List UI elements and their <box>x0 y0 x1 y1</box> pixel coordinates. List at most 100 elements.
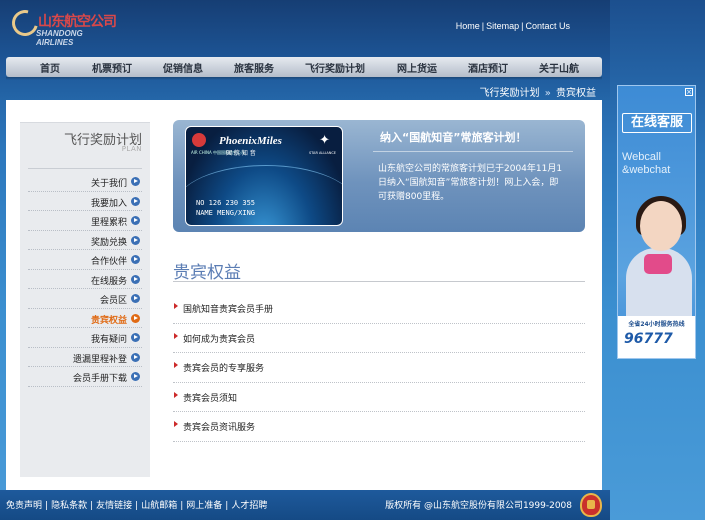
bullet-arrow-icon <box>174 421 178 427</box>
bullet-arrow-icon <box>174 332 178 339</box>
sidebar-item-handbook-download[interactable]: 会员手册下载 <box>28 367 142 387</box>
logo-chinese-name: 山东航空公司 <box>38 14 117 30</box>
copyright: 版权所有 @山东航空股份有限公司1999-2008 <box>385 501 572 511</box>
list-item[interactable]: 如何成为贵宾会员 <box>173 324 585 353</box>
nav-item-promotions[interactable]: 促销信息 <box>163 60 203 75</box>
sidebar-item-online-service[interactable]: 在线服务 <box>28 270 142 289</box>
sidebar-item-label: 合作伙伴 <box>90 257 127 267</box>
sidebar-item-label: 会员手册下载 <box>72 374 127 384</box>
sidebar-item-label: 关于我们 <box>90 179 127 189</box>
arrow-circle-icon <box>131 196 140 206</box>
ad-english-text: Webcall &webchat <box>622 151 671 176</box>
sidebar-item-label: 奖励兑换 <box>90 237 127 248</box>
nav-item-about[interactable]: 关于山航 <box>539 60 579 75</box>
arrow-circle-icon <box>131 235 140 245</box>
main-content: 飞行奖励计划 PLAN 关于我们 我要加入 里程累积 奖励兑换 合作伙伴 在线服… <box>6 100 602 490</box>
close-icon[interactable]: × <box>685 88 693 96</box>
footer-link-privacy[interactable]: 隐私条款 <box>51 501 87 511</box>
footer-link-prepare[interactable]: 网上准备 <box>186 501 222 511</box>
hotline-number: 96777 <box>624 331 673 347</box>
hotline-strip: 全省24小时服务热线 96777 <box>618 316 695 358</box>
arrow-circle-icon <box>131 352 140 362</box>
footer-link-disclaimer[interactable]: 免责声明 <box>6 501 42 511</box>
sidebar-item-label: 我要加入 <box>90 198 127 209</box>
sidebar-item-label: 在线服务 <box>90 276 127 287</box>
footer-link-friends[interactable]: 友情链接 <box>96 501 132 511</box>
arrow-circle-icon <box>131 274 140 284</box>
membership-card-image: AIR CHINA 中国国际航空公司 PhoenixMiles 国 航 知 音 … <box>185 126 343 226</box>
list-item[interactable]: 贵宾会员的专享服务 <box>173 353 585 383</box>
nav-item-online-cargo[interactable]: 网上货运 <box>397 60 437 75</box>
banner-divider <box>373 151 573 152</box>
arrow-circle-icon <box>131 177 140 186</box>
sidebar-item-faq[interactable]: 我有疑问 <box>28 328 142 348</box>
footer-links: 免责声明 | 隐私条款 | 友情链接 | 山航邮箱 | 网上准备 | 人才招聘 <box>6 501 268 511</box>
breadcrumb-separator: » <box>544 88 551 99</box>
agent-scarf <box>644 254 672 274</box>
breadcrumb: 飞行奖励计划 » 贵宾权益 <box>6 80 602 100</box>
arrow-circle-icon <box>131 372 140 381</box>
sidebar-menu: 关于我们 我要加入 里程累积 奖励兑换 合作伙伴 在线服务 会员区 贵宾权益 我… <box>28 172 142 387</box>
hotline-label: 全省24小时服务热线 <box>628 321 685 328</box>
air-china-logo-icon <box>192 133 206 147</box>
main-nav: 首页 机票预订 促销信息 旅客服务 飞行奖励计划 网上货运 酒店预订 关于山航 <box>6 57 602 77</box>
star-alliance-icon: ✦ <box>319 133 330 148</box>
arrow-circle-icon <box>131 255 140 264</box>
contact-us-link[interactable]: Contact Us <box>525 21 570 31</box>
site-logo[interactable]: 山东航空公司 SHANDONG AIRLINES <box>7 5 137 50</box>
sidebar-item-member-zone[interactable]: 会员区 <box>28 289 142 309</box>
nav-item-flight-rewards[interactable]: 飞行奖励计划 <box>305 60 365 75</box>
list-item[interactable]: 国航知音贵宾会员手册 <box>173 294 585 324</box>
list-item-label: 贵宾会员的专享服务 <box>183 364 265 374</box>
sidebar-item-label: 贵宾权益 <box>90 315 127 326</box>
sidebar-subtitle: PLAN <box>121 145 142 153</box>
nav-item-hotel-booking[interactable]: 酒店预订 <box>468 60 508 75</box>
footer-link-jobs[interactable]: 人才招聘 <box>231 501 267 511</box>
nav-item-home[interactable]: 首页 <box>40 60 60 75</box>
breadcrumb-section[interactable]: 飞行奖励计划 <box>480 88 540 99</box>
footer-link-mail[interactable]: 山航邮箱 <box>141 501 177 511</box>
banner-title: 纳入“国航知音”常旅客计划！ <box>380 131 527 144</box>
card-brand: PhoenixMiles <box>219 135 282 147</box>
list-item[interactable]: 贵宾会员资讯服务 <box>173 412 585 442</box>
page-title: 贵宾权益 <box>173 263 241 283</box>
nav-item-ticket-booking[interactable]: 机票预订 <box>92 60 132 75</box>
benefit-links: 国航知音贵宾会员手册 如何成为贵宾会员 贵宾会员的专享服务 贵宾会员须知 贵宾会… <box>173 294 585 442</box>
bullet-arrow-icon <box>174 303 178 309</box>
sidebar-item-about-us[interactable]: 关于我们 <box>28 172 142 192</box>
list-item-label: 国航知音贵宾会员手册 <box>183 305 274 315</box>
top-links: Home | Sitemap | Contact Us <box>455 21 570 31</box>
list-item-label: 贵宾会员须知 <box>183 393 238 404</box>
card-alliance-text: STAR ALLIANCE <box>308 151 336 155</box>
sidebar-item-redemption[interactable]: 奖励兑换 <box>28 231 142 250</box>
logo-english-name: SHANDONG AIRLINES <box>36 29 83 47</box>
list-item-label: 贵宾会员资讯服务 <box>183 423 256 433</box>
phoenixmiles-banner[interactable]: AIR CHINA 中国国际航空公司 PhoenixMiles 国 航 知 音 … <box>173 120 585 232</box>
title-divider <box>173 281 585 282</box>
sidebar: 飞行奖励计划 PLAN 关于我们 我要加入 里程累积 奖励兑换 合作伙伴 在线服… <box>20 122 150 477</box>
agent-photo <box>618 196 695 316</box>
nav-item-passenger-services[interactable]: 旅客服务 <box>234 60 274 75</box>
sitemap-link[interactable]: Sitemap <box>486 21 519 31</box>
sidebar-item-join[interactable]: 我要加入 <box>28 192 142 211</box>
sidebar-item-vip-benefits[interactable]: 贵宾权益 <box>28 309 142 328</box>
arrow-circle-icon <box>131 333 140 342</box>
arrow-circle-icon <box>131 313 140 323</box>
arrow-circle-icon <box>131 294 140 303</box>
ad-title: 在线客服 <box>622 113 692 133</box>
home-link[interactable]: Home <box>456 21 480 31</box>
sidebar-item-partners[interactable]: 合作伙伴 <box>28 250 142 270</box>
sidebar-item-missing-mileage[interactable]: 遗漏里程补登 <box>28 348 142 367</box>
sidebar-item-label: 我有疑问 <box>90 335 127 345</box>
bullet-arrow-icon <box>174 391 178 398</box>
emblem-icon[interactable] <box>580 493 602 517</box>
sidebar-item-mileage-accrual[interactable]: 里程累积 <box>28 211 142 231</box>
list-item[interactable]: 贵宾会员须知 <box>173 383 585 412</box>
arrow-circle-icon <box>131 216 140 225</box>
sidebar-divider <box>28 168 142 169</box>
sidebar-item-label: 里程累积 <box>90 218 127 228</box>
banner-text: 山东航空公司的常旅客计划已于2004年11月1日纳入“国航知音”常旅客计划！网上… <box>378 164 563 202</box>
card-brand-cn: 国 航 知 音 <box>226 150 256 157</box>
online-service-ad[interactable]: × 在线客服 Webcall &webchat 全省24小时服务热线 96777 <box>617 85 696 359</box>
list-item-label: 如何成为贵宾会员 <box>183 334 256 345</box>
